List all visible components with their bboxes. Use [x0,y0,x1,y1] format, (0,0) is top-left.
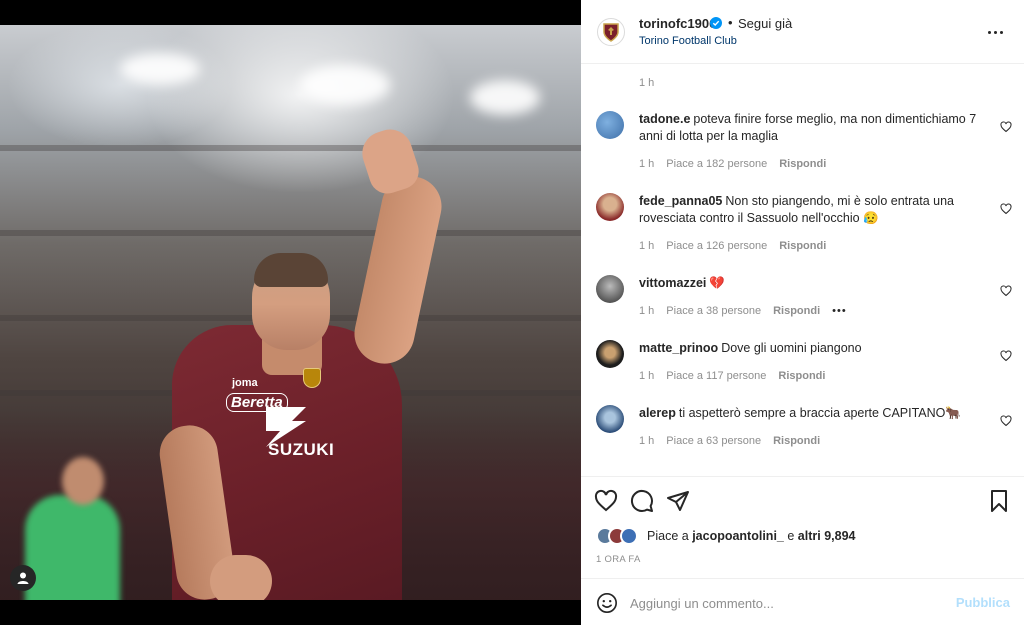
comment-meta: 1 h Piace a 117 persone Rispondi [639,370,825,382]
comment-text: tadone.e poteva finire forse meglio, ma n… [639,111,984,145]
comment-likes[interactable]: Piace a 117 persone [666,370,766,382]
separator-dot: • [728,15,733,30]
comment-body: Dove gli uomini piangono [721,341,862,355]
heart-icon[interactable] [1000,350,1012,362]
following-button[interactable]: Segui già [738,16,792,31]
liked-by-user[interactable]: jacopoantolini_ [692,529,784,543]
like-heart-icon[interactable] [594,489,618,513]
likes-others-link[interactable]: altri 9,894 [798,529,856,543]
heart-icon[interactable] [1000,203,1012,215]
reply-button[interactable]: Rispondi [778,370,825,382]
heart-icon[interactable] [1000,415,1012,427]
comment-likes[interactable]: Piace a 63 persone [666,435,761,447]
reply-button[interactable]: Rispondi [779,158,826,170]
shirt-crest [303,368,321,388]
dot-icon [1000,30,1003,34]
comment-meta: 1 h Piace a 38 persone Rispondi ••• [639,305,847,317]
more-options-button[interactable] [988,22,1008,42]
heart-icon[interactable] [1000,121,1012,133]
club-avatar[interactable] [597,18,625,46]
stadium-stand [0,145,581,151]
comment-body: ti aspetterò sempre a braccia aperte CAP… [678,406,961,420]
comment-time: 1 h [639,435,655,447]
comment-likes[interactable]: Piace a 126 persone [666,240,767,252]
dot-icon [988,30,991,34]
comment-time: 1 h [639,305,655,317]
verified-badge-icon [710,17,722,29]
bookmark-icon[interactable] [987,489,1011,513]
liked-by-avatars[interactable] [596,527,638,545]
comment-time: 1 h [639,370,655,382]
comment-input[interactable] [630,590,950,616]
comment-options-button[interactable]: ••• [832,305,847,317]
commenter-username[interactable]: matte_prinoo [639,341,718,355]
commenter-avatar[interactable] [596,111,624,139]
commenter-avatar[interactable] [596,193,624,221]
likes-summary: Piace a jacopoantolini_ e altri 9,894 [647,529,855,543]
post-header: torinofc1906 • Segui già Torino Football… [581,0,1024,64]
comment-text: fede_panna05 Non sto piangendo, mi è solo… [639,193,984,227]
sponsor-joma: joma [232,377,258,389]
caption-time: 1 h [639,77,655,89]
reply-button[interactable]: Rispondi [773,435,820,447]
commenter-avatar[interactable] [596,275,624,303]
goalkeeper-head [62,457,104,505]
author-subtitle[interactable]: Torino Football Club [639,35,737,47]
comment-meta: 1 h Piace a 126 persone Rispondi [639,240,826,252]
commenter-avatar[interactable] [596,340,624,368]
sponsor-suzuki: SUZUKI [268,440,335,459]
user-icon [17,572,29,584]
emoji-icon[interactable] [596,592,618,614]
goalkeeper-figure [25,495,120,600]
publish-button[interactable]: Pubblica [956,595,1010,610]
avatar [620,527,638,545]
comment-time: 1 h [639,158,655,170]
post-timestamp[interactable]: 1 ORA FA [596,554,641,565]
player-hair [254,253,328,287]
commenter-username[interactable]: fede_panna05 [639,194,722,208]
author-username[interactable]: torinofc1906 [639,16,716,31]
player-left-hand [210,555,272,600]
likes-middle: e [787,529,795,543]
commenter-avatar[interactable] [596,405,624,433]
comment-time: 1 h [639,240,655,252]
player-raised-arm [348,170,448,370]
reply-button[interactable]: Rispondi [773,305,820,317]
commenter-username[interactable]: vittomazzei [639,276,706,290]
comment-body: 💔 [709,276,725,290]
post-actions: Piace a jacopoantolini_ e altri 9,894 1 … [581,476,1024,578]
comment-meta: 1 h Piace a 182 persone Rispondi [639,158,826,170]
dot-icon [994,30,997,34]
likes-prefix: Piace a [647,529,689,543]
commenter-username[interactable]: tadone.e [639,112,690,126]
comment-text: vittomazzei 💔 [639,275,984,292]
comment-likes[interactable]: Piace a 182 persone [666,158,767,170]
comment-meta: 1 h Piace a 63 persone Rispondi [639,435,820,447]
reply-button[interactable]: Rispondi [779,240,826,252]
comments-list[interactable]: 1 h tadone.e poteva finire forse meglio, … [581,64,1024,476]
commenter-username[interactable]: alerep [639,406,676,420]
stadium-light [300,65,390,105]
stadium-light [120,53,200,85]
torino-crest-icon [603,23,619,42]
stadium-light [470,80,540,115]
heart-icon[interactable] [1000,285,1012,297]
instagram-post-view: joma Beretta SUZUKI torinofc1906 • Segui… [0,0,1024,625]
tagged-users-button[interactable] [10,565,36,591]
post-side-panel: torinofc1906 • Segui già Torino Football… [581,0,1024,625]
comment-text: matte_prinoo Dove gli uomini piangono [639,340,984,357]
comment-likes[interactable]: Piace a 38 persone [666,305,761,317]
add-comment-bar: Pubblica [581,578,1024,625]
stadium-stand [0,230,581,236]
comment-bubble-icon[interactable] [630,489,654,513]
comment-text: alerep ti aspetterò sempre a braccia aper… [639,405,984,422]
share-paper-plane-icon[interactable] [666,489,690,513]
post-photo: joma Beretta SUZUKI [0,25,581,600]
